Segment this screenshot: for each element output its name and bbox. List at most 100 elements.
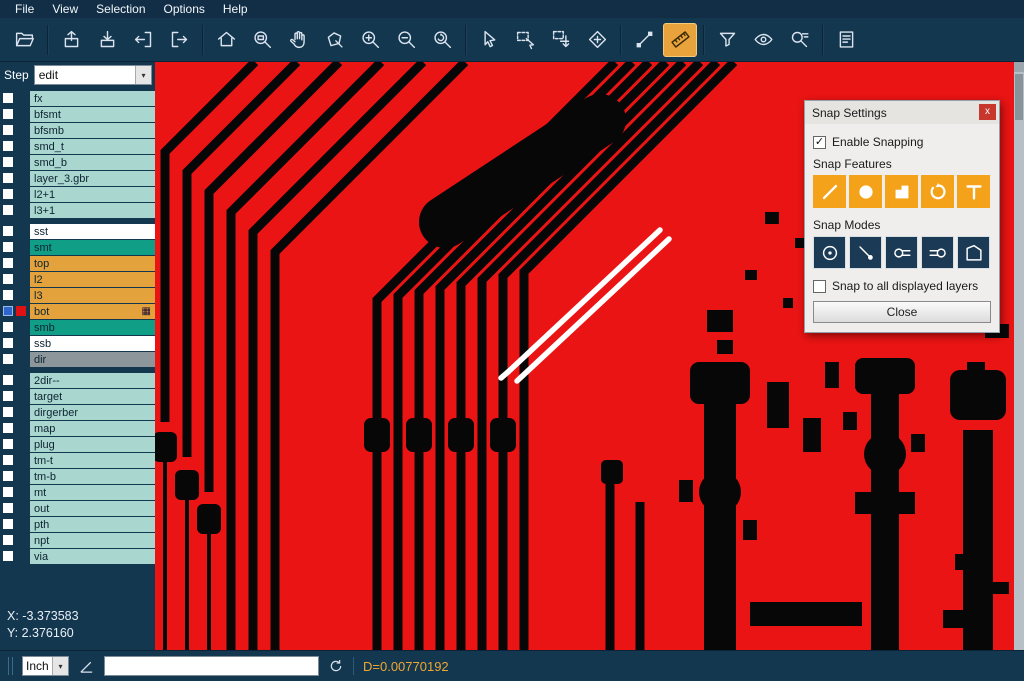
layer-row-dirgerber[interactable]: dirgerber xyxy=(0,405,155,420)
layer-visibility-checkbox[interactable] xyxy=(3,226,13,236)
layer-visibility-checkbox[interactable] xyxy=(3,322,13,332)
layer-row-mt[interactable]: mt xyxy=(0,485,155,500)
layer-visibility-checkbox[interactable] xyxy=(3,391,13,401)
layer-row-fx[interactable]: fx xyxy=(0,91,155,106)
command-input[interactable] xyxy=(104,656,319,676)
layer-color-bar[interactable]: target xyxy=(30,389,155,404)
zoom-region-button[interactable] xyxy=(245,23,279,57)
layer-row-smd_t[interactable]: smd_t xyxy=(0,139,155,154)
layer-visibility-checkbox[interactable] xyxy=(3,535,13,545)
layer-visibility-checkbox[interactable] xyxy=(3,274,13,284)
scrollbar-thumb[interactable] xyxy=(1015,74,1023,120)
layer-row-2dir--[interactable]: 2dir-- xyxy=(0,373,155,388)
layer-color-bar[interactable]: tm-t xyxy=(30,453,155,468)
layer-visibility-checkbox[interactable] xyxy=(3,455,13,465)
snap-pad-button[interactable] xyxy=(849,175,882,208)
dialog-title-bar[interactable]: Snap Settings x xyxy=(805,101,999,124)
layer-row-tm-b[interactable]: tm-b xyxy=(0,469,155,484)
grid-icon[interactable]: ▦ xyxy=(142,307,151,317)
refresh-icon[interactable] xyxy=(328,658,344,674)
polygon-select-button[interactable] xyxy=(317,23,351,57)
layer-row-l2+1[interactable]: l2+1 xyxy=(0,187,155,202)
cursor-select-button[interactable] xyxy=(472,23,506,57)
close-icon[interactable]: x xyxy=(979,104,996,120)
measure-angle-button[interactable] xyxy=(580,23,614,57)
layer-visibility-checkbox[interactable] xyxy=(3,125,13,135)
layer-color-bar[interactable]: smb xyxy=(30,320,155,335)
layer-color-bar[interactable]: ssb xyxy=(30,336,155,351)
snap-arc-button[interactable] xyxy=(921,175,954,208)
menu-options[interactable]: Options xyxy=(155,0,214,18)
zoom-out-button[interactable] xyxy=(389,23,423,57)
layer-color-bar[interactable]: l2+1 xyxy=(30,187,155,202)
layer-visibility-checkbox[interactable] xyxy=(3,189,13,199)
layer-visibility-checkbox[interactable] xyxy=(3,290,13,300)
layer-color-swatch[interactable] xyxy=(16,306,26,316)
zoom-in-button[interactable] xyxy=(353,23,387,57)
snap-all-layers-checkbox[interactable]: Snap to all displayed layers xyxy=(813,279,991,293)
layer-row-target[interactable]: target xyxy=(0,389,155,404)
layer-color-bar[interactable]: bfsmb xyxy=(30,123,155,138)
layer-visibility-checkbox[interactable] xyxy=(3,487,13,497)
layer-color-bar[interactable]: sst xyxy=(30,224,155,239)
layer-color-bar[interactable]: dir xyxy=(30,352,155,367)
layer-row-ssb[interactable]: ssb xyxy=(0,336,155,351)
layer-color-bar[interactable]: pth xyxy=(30,517,155,532)
zoom-reset-button[interactable] xyxy=(425,23,459,57)
import-left-button[interactable] xyxy=(126,23,160,57)
layer-color-bar[interactable]: plug xyxy=(30,437,155,452)
layer-visibility-checkbox[interactable] xyxy=(3,338,13,348)
snap-corner-button[interactable] xyxy=(885,175,918,208)
layer-color-bar[interactable]: out xyxy=(30,501,155,516)
unit-select[interactable]: Inch ▾ xyxy=(22,656,69,676)
layer-row-bfsmb[interactable]: bfsmb xyxy=(0,123,155,138)
layer-color-bar[interactable]: layer_3.gbr xyxy=(30,171,155,186)
snap-center-button[interactable] xyxy=(813,236,846,269)
layer-visibility-checkbox[interactable] xyxy=(3,258,13,268)
pan-hand-button[interactable] xyxy=(281,23,315,57)
eye-button[interactable] xyxy=(746,23,780,57)
layer-row-npt[interactable]: npt xyxy=(0,533,155,548)
menu-file[interactable]: File xyxy=(6,0,43,18)
enable-snapping-checkbox[interactable]: ✓ Enable Snapping xyxy=(813,135,991,149)
layer-color-bar[interactable]: 2dir-- xyxy=(30,373,155,388)
layer-color-bar[interactable]: dirgerber xyxy=(30,405,155,420)
layer-color-bar[interactable]: via xyxy=(30,549,155,564)
layer-row-out[interactable]: out xyxy=(0,501,155,516)
layer-color-bar[interactable]: mt xyxy=(30,485,155,500)
active-layer-checkbox[interactable] xyxy=(3,306,13,316)
snap-slot-start-button[interactable] xyxy=(885,236,918,269)
layer-color-bar[interactable]: smd_b xyxy=(30,155,155,170)
snap-point-button[interactable] xyxy=(849,236,882,269)
chevron-down-icon[interactable]: ▾ xyxy=(52,657,68,675)
export-right-button[interactable] xyxy=(162,23,196,57)
line-tool-button[interactable] xyxy=(627,23,661,57)
layer-visibility-checkbox[interactable] xyxy=(3,375,13,385)
layer-row-smb[interactable]: smb xyxy=(0,320,155,335)
report-button[interactable] xyxy=(829,23,863,57)
pcb-canvas[interactable]: Snap Settings x ✓ Enable Snapping Snap F… xyxy=(155,62,1014,650)
layer-row-l3+1[interactable]: l3+1 xyxy=(0,203,155,218)
layer-visibility-checkbox[interactable] xyxy=(3,109,13,119)
layer-row-sst[interactable]: sst xyxy=(0,224,155,239)
export-up-button[interactable] xyxy=(54,23,88,57)
menu-help[interactable]: Help xyxy=(214,0,257,18)
layer-row-plug[interactable]: plug xyxy=(0,437,155,452)
layer-color-bar[interactable]: bot▦ xyxy=(30,304,155,319)
filter-button[interactable] xyxy=(710,23,744,57)
layer-visibility-checkbox[interactable] xyxy=(3,93,13,103)
layer-visibility-checkbox[interactable] xyxy=(3,141,13,151)
layer-visibility-checkbox[interactable] xyxy=(3,242,13,252)
layer-color-bar[interactable]: l3+1 xyxy=(30,203,155,218)
layer-color-bar[interactable]: l3 xyxy=(30,288,155,303)
layer-visibility-checkbox[interactable] xyxy=(3,157,13,167)
layer-row-layer_3.gbr[interactable]: layer_3.gbr xyxy=(0,171,155,186)
layer-visibility-checkbox[interactable] xyxy=(3,354,13,364)
snap-line-button[interactable] xyxy=(813,175,846,208)
rect-select-button[interactable] xyxy=(508,23,542,57)
menu-selection[interactable]: Selection xyxy=(87,0,154,18)
layer-row-smt[interactable]: smt xyxy=(0,240,155,255)
net-search-button[interactable] xyxy=(782,23,816,57)
layer-row-bfsmt[interactable]: bfsmt xyxy=(0,107,155,122)
layer-visibility-checkbox[interactable] xyxy=(3,439,13,449)
